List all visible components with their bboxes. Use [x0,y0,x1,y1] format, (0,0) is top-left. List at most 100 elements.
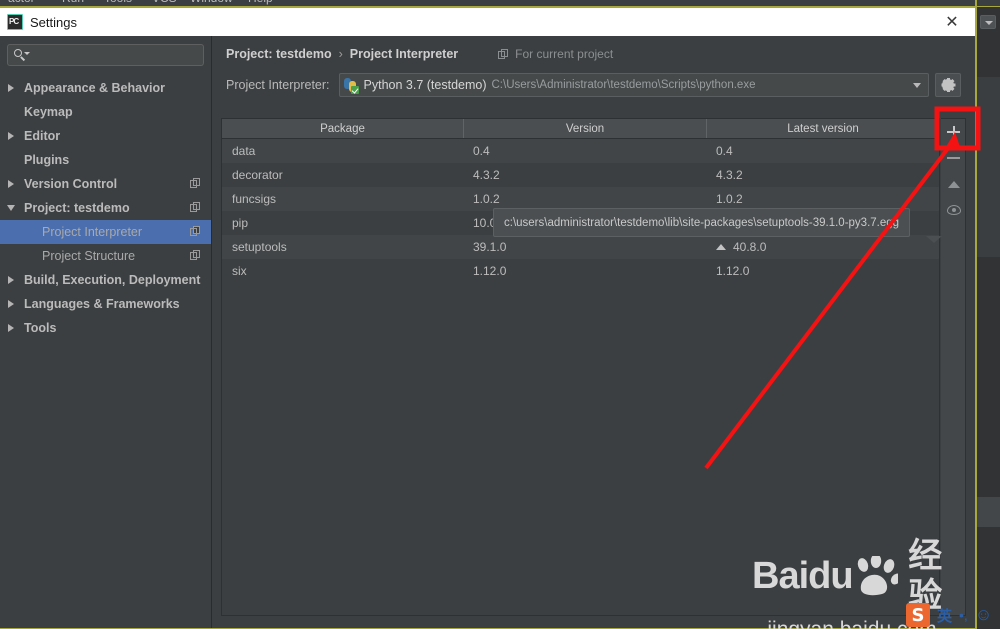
search-input[interactable] [28,48,203,62]
watermark-brand-latin: Baidu [752,555,854,597]
menu-item-vcs[interactable]: VCS [152,0,177,5]
sidebar-item-label: Build, Execution, Deployment [24,273,201,287]
menu-item-window[interactable]: Window [190,0,233,5]
chevron-right-icon[interactable] [6,322,18,334]
sidebar-item-label: Project Structure [42,249,136,263]
path-tooltip: c:\users\administrator\testdemo\lib\site… [493,208,942,243]
cell-version: 4.3.2 [473,168,500,182]
interpreter-path: C:\Users\Administrator\testdemo\Scripts\… [491,79,756,91]
chevron-down-icon[interactable] [6,202,18,214]
sidebar-item-project-structure[interactable]: Project Structure [0,244,211,268]
sidebar-item-editor[interactable]: Editor [0,124,211,148]
show-early-releases-button[interactable] [941,197,966,223]
chevron-right-icon[interactable] [6,178,18,190]
cell-version: 1.12.0 [473,264,507,278]
table-row[interactable]: six 1.12.0 1.12.0 [222,259,939,283]
search-box[interactable] [7,44,204,66]
cell-package: six [232,264,247,278]
sidebar-item-version-control[interactable]: Version Control [0,172,211,196]
chevron-right-icon[interactable] [6,130,18,142]
sidebar-item-appearance-behavior[interactable]: Appearance & Behavior [0,76,211,100]
paw-icon [854,554,901,596]
column-header-latest-version[interactable]: Latest version [707,119,939,138]
cell-version: 1.0.2 [473,192,500,206]
eye-icon [946,205,961,215]
cell-version: 0.4 [473,144,490,158]
cell-package: decorator [232,168,283,182]
sidebar-item-label: Version Control [24,177,118,191]
add-package-button[interactable] [941,119,966,145]
chevron-down-icon[interactable] [913,83,921,88]
table-row[interactable]: data 0.4 0.4 [222,139,939,163]
remove-package-button[interactable] [941,145,966,171]
twisty-placeholder [6,250,18,262]
breadcrumb-root[interactable]: Project: testdemo [226,47,332,61]
dialog-title-bar: PC Settings ✕ [0,8,975,36]
chevron-right-icon[interactable] [6,298,18,310]
sidebar-item-label: Appearance & Behavior [24,81,166,95]
copy-settings-icon[interactable] [190,178,201,189]
ide-background-panel [977,7,1000,629]
copy-settings-icon [498,48,509,60]
close-icon[interactable]: ✕ [939,11,965,33]
upgrade-package-button[interactable] [941,171,966,197]
sidebar-item-label: Keymap [24,105,73,119]
python-icon [343,77,359,94]
cell-latest: 4.3.2 [716,168,743,182]
cell-package: setuptools [232,240,287,254]
interpreter-label: Project Interpreter: [226,78,330,92]
menu-item-help[interactable]: Help [248,0,273,5]
sidebar-item-tools[interactable]: Tools [0,316,211,340]
ime-mode-label[interactable]: 英 [937,605,952,626]
copy-settings-icon[interactable] [190,250,201,261]
pycharm-icon: PC [7,14,23,30]
up-triangle-icon [947,180,960,188]
tooltip-tail [926,236,942,243]
cell-latest: 0.4 [716,144,733,158]
sidebar-item-keymap[interactable]: Keymap [0,100,211,124]
cell-latest: 1.0.2 [716,192,743,206]
cell-latest-text: 40.8.0 [733,240,767,254]
breadcrumb-separator: › [338,47,343,61]
interpreter-dropdown[interactable]: Python 3.7 (testdemo) C:\Users\Administr… [338,73,929,97]
menu-item-tools[interactable]: Tools [104,0,132,5]
sidebar-item-label: Editor [24,129,61,143]
sidebar-item-label: Project Interpreter [42,225,143,239]
table-row[interactable]: decorator 4.3.2 4.3.2 [222,163,939,187]
sidebar-item-build-execution-deployment[interactable]: Build, Execution, Deployment [0,268,211,292]
sidebar-item-project-testdemo[interactable]: Project: testdemo [0,196,211,220]
paw-svg [857,554,901,596]
column-header-package[interactable]: Package [222,119,464,138]
chevron-right-icon[interactable] [6,82,18,94]
interpreter-name: Python 3.7 (testdemo) [363,78,487,92]
ide-combo-arrow-icon[interactable] [980,15,996,29]
ime-emoji-icon[interactable]: ☺ [975,605,992,625]
breadcrumb: Project: testdemo › Project Interpreter … [226,36,961,66]
interpreter-row: Project Interpreter: Python 3.7 (testdem… [226,72,961,98]
cell-latest: 1.12.0 [716,264,750,278]
settings-tree: Appearance & Behavior Keymap Editor Plug… [0,74,211,340]
search-wrapper [0,44,211,74]
cell-latest: 40.8.0 [707,240,939,254]
table-header-row: Package Version Latest version [222,119,939,139]
sidebar-item-plugins[interactable]: Plugins [0,148,211,172]
column-header-version[interactable]: Version [464,119,707,138]
gear-icon [941,78,955,92]
sidebar-item-label: Tools [24,321,57,335]
sidebar-item-label: Plugins [24,153,70,167]
sidebar-item-project-interpreter[interactable]: Project Interpreter [0,220,211,244]
scope-indicator[interactable]: For current project [498,47,613,61]
sidebar-item-languages-frameworks[interactable]: Languages & Frameworks [0,292,211,316]
chevron-right-icon[interactable] [6,274,18,286]
ime-punctuation-icon[interactable]: •, [959,607,968,623]
table-row[interactable]: setuptools 39.1.0 40.8.0 [222,235,939,259]
upgrade-available-icon [716,244,726,250]
copy-settings-icon[interactable] [190,226,201,237]
scope-label: For current project [515,47,614,61]
menu-item-run[interactable]: Run [62,0,84,5]
sogou-logo-icon[interactable]: S [906,603,930,627]
interpreter-settings-button[interactable] [935,73,961,97]
copy-settings-icon[interactable] [190,202,201,213]
menu-item-refactor[interactable]: actor [8,0,35,5]
dialog-title: Settings [30,14,77,30]
